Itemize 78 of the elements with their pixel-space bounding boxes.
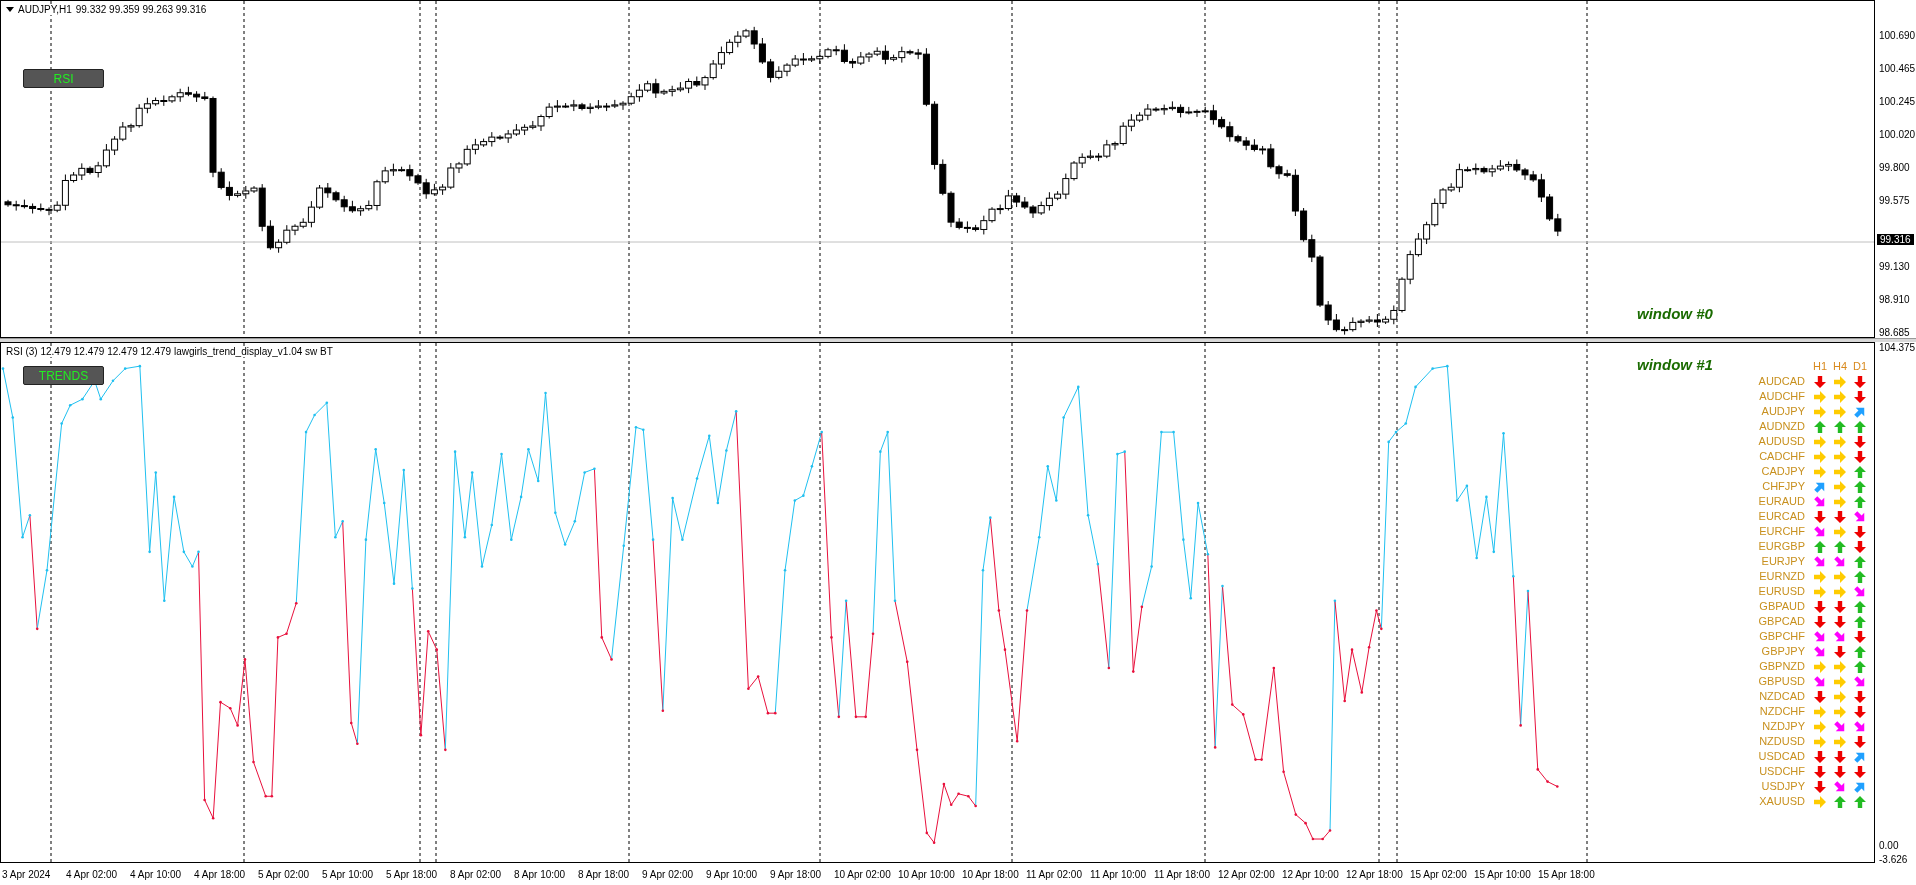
pair-name: NZDJPY bbox=[1761, 719, 1806, 734]
time-label: 8 Apr 10:00 bbox=[514, 868, 567, 880]
axis-label: 104.375 bbox=[1879, 342, 1916, 353]
pair-name: GBPCHF bbox=[1758, 629, 1806, 644]
window-label: window #1 bbox=[1637, 356, 1713, 373]
time-label: 15 Apr 18:00 bbox=[1538, 868, 1596, 880]
chart-symbol: AUDJPY,H1 bbox=[18, 4, 72, 15]
pair-name: EURAUD bbox=[1758, 494, 1806, 509]
time-label: 10 Apr 02:00 bbox=[834, 868, 892, 880]
pair-name: USDCAD bbox=[1758, 749, 1806, 764]
timeframe-header: H1 bbox=[1811, 359, 1829, 374]
axis-label: -3.626 bbox=[1879, 854, 1908, 865]
current-price-label: 99.316 bbox=[1877, 234, 1914, 245]
time-label: 12 Apr 18:00 bbox=[1346, 868, 1404, 880]
price-label: 98.685 bbox=[1879, 327, 1910, 338]
pair-name: NZDUSD bbox=[1758, 734, 1806, 749]
time-label: 10 Apr 18:00 bbox=[962, 868, 1020, 880]
time-label: 15 Apr 10:00 bbox=[1474, 868, 1532, 880]
time-label: 8 Apr 02:00 bbox=[450, 868, 503, 880]
window-label: window #0 bbox=[1637, 305, 1713, 322]
time-label: 5 Apr 10:00 bbox=[322, 868, 375, 880]
price-label: 98.910 bbox=[1879, 294, 1910, 305]
pair-name: EURCHF bbox=[1758, 524, 1806, 539]
indicator-header: RSI (3) 12.479 12.479 12.479 12.479 lawgirls_trend_display_v1.04 sw BT bbox=[6, 346, 333, 357]
price-quotes: 99.332 99.359 99.263 99.316 bbox=[75, 4, 207, 15]
price-label: 100.465 bbox=[1879, 63, 1916, 74]
time-label: 12 Apr 02:00 bbox=[1218, 868, 1276, 880]
pair-name: GBPUSD bbox=[1758, 674, 1806, 689]
pair-name: EURGBP bbox=[1758, 539, 1806, 554]
timeframe-header: D1 bbox=[1851, 359, 1869, 374]
pair-name: CADCHF bbox=[1758, 449, 1806, 464]
time-label: 4 Apr 02:00 bbox=[66, 868, 119, 880]
pair-name: AUDCAD bbox=[1758, 374, 1806, 389]
pair-name: AUDUSD bbox=[1758, 434, 1806, 449]
price-label: 100.020 bbox=[1879, 129, 1916, 140]
time-label: 3 Apr 2024 bbox=[2, 868, 52, 880]
pair-name: AUDCHF bbox=[1758, 389, 1806, 404]
rsi-button[interactable]: RSI bbox=[23, 69, 104, 88]
time-label: 10 Apr 10:00 bbox=[898, 868, 956, 880]
time-label: 11 Apr 02:00 bbox=[1026, 868, 1083, 880]
dropdown-icon[interactable] bbox=[6, 7, 14, 12]
timeframe-header: H4 bbox=[1831, 359, 1849, 374]
pair-name: GBPAUD bbox=[1758, 599, 1806, 614]
pair-name: XAUUSD bbox=[1758, 794, 1806, 809]
pair-name: EURJPY bbox=[1760, 554, 1806, 569]
pair-name: GBPJPY bbox=[1760, 644, 1806, 659]
pair-name: USDJPY bbox=[1760, 779, 1806, 794]
pair-name: EURNZD bbox=[1758, 569, 1806, 584]
time-label: 15 Apr 02:00 bbox=[1410, 868, 1468, 880]
price-label: 99.575 bbox=[1879, 195, 1910, 206]
pair-name: CHFJPY bbox=[1761, 479, 1806, 494]
time-label: 11 Apr 10:00 bbox=[1090, 868, 1147, 880]
pair-name: EURCAD bbox=[1758, 509, 1806, 524]
price-label: 99.800 bbox=[1879, 162, 1910, 173]
pair-name: EURUSD bbox=[1758, 584, 1806, 599]
time-label: 9 Apr 10:00 bbox=[706, 868, 759, 880]
pair-name: USDCHF bbox=[1758, 764, 1806, 779]
time-label: 8 Apr 18:00 bbox=[578, 868, 631, 880]
time-label: 12 Apr 10:00 bbox=[1282, 868, 1340, 880]
pair-name: AUDNZD bbox=[1758, 419, 1806, 434]
price-label: 100.245 bbox=[1879, 96, 1916, 107]
trends-button[interactable]: TRENDS bbox=[23, 366, 104, 385]
pair-name: CADJPY bbox=[1760, 464, 1806, 479]
pair-name: NZDCHF bbox=[1758, 704, 1806, 719]
pair-name: AUDJPY bbox=[1760, 404, 1806, 419]
pair-name: NZDCAD bbox=[1758, 689, 1806, 704]
price-label: 100.690 bbox=[1879, 30, 1916, 41]
time-label: 9 Apr 02:00 bbox=[642, 868, 695, 880]
time-label: 5 Apr 18:00 bbox=[386, 868, 439, 880]
pair-name: GBPNZD bbox=[1758, 659, 1806, 674]
time-label: 11 Apr 18:00 bbox=[1154, 868, 1211, 880]
time-label: 9 Apr 18:00 bbox=[770, 868, 823, 880]
time-label: 5 Apr 02:00 bbox=[258, 868, 311, 880]
price-label: 99.130 bbox=[1879, 261, 1910, 272]
pair-name: GBPCAD bbox=[1758, 614, 1806, 629]
time-label: 4 Apr 18:00 bbox=[194, 868, 247, 880]
time-label: 4 Apr 10:00 bbox=[130, 868, 183, 880]
axis-label: 0.00 bbox=[1879, 840, 1899, 851]
